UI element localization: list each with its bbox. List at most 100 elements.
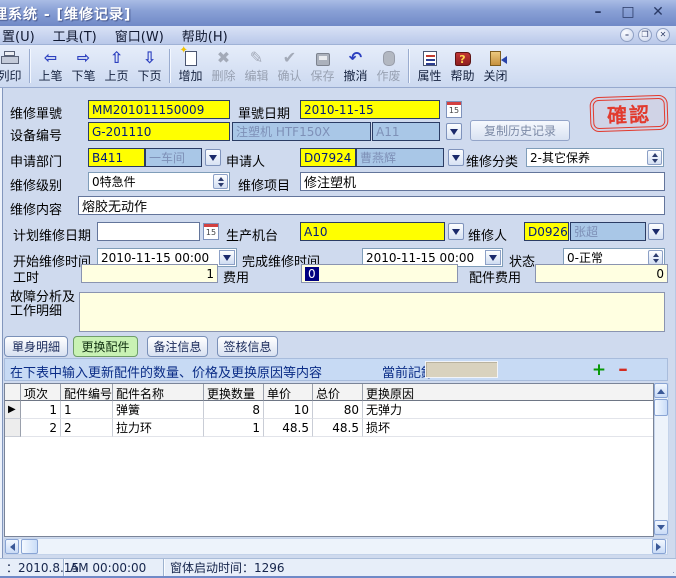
cell-reason[interactable]: 损坏 (363, 419, 654, 437)
toolbar: 列印 ⇦ 上笔 ⇨ 下笔 ⇧ 上页 ⇩ 下页 增加 ✖ 删除 ✎ 编辑 (0, 45, 676, 88)
prev-page-icon: ⇧ (110, 48, 123, 66)
add-record-button[interactable]: 增加 (174, 47, 207, 85)
menu-item-tools[interactable]: 工具(T) (44, 26, 106, 45)
column-header[interactable]: 更换原因 (363, 384, 654, 401)
plan-date-calendar-button[interactable]: 15 (203, 223, 219, 240)
cell-unit-price[interactable]: 48.5 (264, 419, 313, 437)
save-button: 保存 (306, 47, 339, 85)
work-hours-label: 工时 (13, 267, 39, 286)
device-code-field[interactable]: G-201110 (88, 122, 230, 141)
applicant-code-field[interactable]: D07924 (300, 148, 356, 167)
repairer-code-field[interactable]: D09265 (524, 222, 569, 241)
cell-total[interactable]: 48.5 (313, 419, 363, 437)
menu-item-help[interactable]: 帮助(H) (173, 26, 237, 45)
parts-cost-field[interactable]: 0 (535, 264, 668, 283)
column-header[interactable]: 配件名称 (113, 384, 204, 401)
tab-replace-parts[interactable]: 更换配件 (73, 336, 138, 357)
tab-remarks[interactable]: 备注信息 (147, 336, 208, 357)
device-dropdown-button[interactable] (446, 123, 462, 140)
remove-row-button[interactable]: – (613, 358, 633, 379)
cell-seq[interactable]: 2 (21, 419, 61, 437)
doc-date-calendar-button[interactable]: 15 (446, 101, 462, 118)
exit-icon (490, 48, 501, 66)
repair-no-field[interactable]: MM201011150009 (88, 100, 230, 119)
resize-grip[interactable] (673, 572, 674, 573)
mdi-minimize-button[interactable]: – (620, 28, 634, 42)
column-header[interactable]: 更换数量 (204, 384, 264, 401)
selector-header (5, 384, 21, 401)
repair-category-combo[interactable]: 2-其它保养 (526, 148, 664, 167)
scroll-down-button[interactable] (654, 520, 668, 535)
cost-field[interactable]: 0 (301, 264, 458, 283)
cell-part-name[interactable]: 拉力环 (113, 419, 204, 437)
horizontal-scrollbar[interactable] (4, 538, 668, 555)
repair-content-field[interactable]: 熔胶无动作 (78, 196, 665, 215)
cell-unit-price[interactable]: 10 (264, 401, 313, 419)
printer-icon (1, 48, 19, 66)
mdi-close-button[interactable]: ✕ (656, 28, 670, 42)
applicant-label: 申请人 (226, 151, 265, 170)
cell-part-no[interactable]: 1 (61, 401, 113, 419)
tab-approval[interactable]: 签核信息 (217, 336, 278, 357)
status-date: ：2010.8.15 (0, 559, 64, 576)
repair-level-combo[interactable]: 0特急件 (88, 172, 230, 191)
spinner-icon[interactable] (648, 250, 663, 265)
repair-item-field[interactable]: 修注塑机 (300, 172, 665, 191)
apply-dept-dropdown-button[interactable] (205, 149, 221, 166)
spinner-icon[interactable] (647, 150, 662, 165)
tab-detail[interactable]: 單身明細 (4, 336, 68, 357)
doc-date-field[interactable]: 2010-11-15 (300, 100, 440, 119)
analysis-textarea[interactable] (79, 292, 665, 332)
chevron-down-icon[interactable] (219, 250, 235, 265)
apply-dept-code-field[interactable]: B411 (88, 148, 145, 167)
next-page-button[interactable]: ⇩ 下页 (133, 47, 166, 85)
maximize-button[interactable]: □ (618, 3, 638, 21)
cell-total[interactable]: 80 (313, 401, 363, 419)
cell-part-no[interactable]: 2 (61, 419, 113, 437)
cell-qty[interactable]: 8 (204, 401, 264, 419)
close-button[interactable]: ✕ (648, 3, 668, 21)
applicant-dropdown-button[interactable] (448, 149, 464, 166)
cell-part-name[interactable]: 弹簧 (113, 401, 204, 419)
menu-bar: 置(U) 工具(T) 窗口(W) 帮助(H) – ❐ ✕ (0, 26, 676, 45)
column-header[interactable]: 配件编号 (61, 384, 113, 401)
add-row-button[interactable]: + (589, 359, 609, 380)
machine-dropdown-button[interactable] (448, 223, 464, 240)
prev-record-icon: ⇦ (44, 48, 57, 66)
mdi-restore-button[interactable]: ❐ (638, 28, 652, 42)
prev-record-button[interactable]: ⇦ 上笔 (34, 47, 67, 85)
chevron-down-icon[interactable] (485, 250, 501, 265)
exit-button[interactable]: 关闭 (479, 47, 512, 85)
next-record-button[interactable]: ⇨ 下笔 (67, 47, 100, 85)
copy-history-button[interactable]: 复制历史记录 (470, 120, 570, 141)
scroll-left-button[interactable] (5, 539, 19, 554)
column-header[interactable]: 总价 (313, 384, 363, 401)
repairer-dropdown-button[interactable] (648, 223, 664, 240)
spinner-icon[interactable] (213, 174, 228, 189)
scroll-right-button[interactable] (652, 539, 666, 554)
edit-button: ✎ 编辑 (240, 47, 273, 85)
column-header[interactable]: 项次 (21, 384, 61, 401)
menu-item-settings[interactable]: 置(U) (0, 26, 44, 45)
cell-seq[interactable]: 1 (21, 401, 61, 419)
machine-field[interactable]: A10 (300, 222, 445, 241)
cell-qty[interactable]: 1 (204, 419, 264, 437)
properties-button[interactable]: 属性 (413, 47, 446, 85)
minimize-button[interactable]: – (588, 3, 608, 21)
undo-button[interactable]: ↶ 撤消 (339, 47, 372, 85)
apply-dept-name-field: 一车间 (145, 148, 202, 167)
print-button[interactable]: 列印 (0, 47, 26, 85)
work-hours-field[interactable]: 1 (81, 264, 218, 283)
prev-page-button[interactable]: ⇧ 上页 (100, 47, 133, 85)
table-row[interactable]: ▶ 1 1 弹簧 8 10 80 无弹力 (5, 401, 654, 419)
properties-icon (423, 48, 437, 66)
vertical-scroll-thumb[interactable] (654, 399, 668, 416)
scroll-up-button[interactable] (654, 383, 668, 398)
horizontal-scroll-thumb[interactable] (21, 539, 38, 554)
table-row[interactable]: 2 2 拉力环 1 48.5 48.5 损坏 (5, 419, 654, 437)
cell-reason[interactable]: 无弹力 (363, 401, 654, 419)
menu-item-window[interactable]: 窗口(W) (106, 26, 173, 45)
help-button[interactable]: 帮助 (446, 47, 479, 85)
plan-date-field[interactable] (97, 222, 200, 241)
column-header[interactable]: 单价 (264, 384, 313, 401)
